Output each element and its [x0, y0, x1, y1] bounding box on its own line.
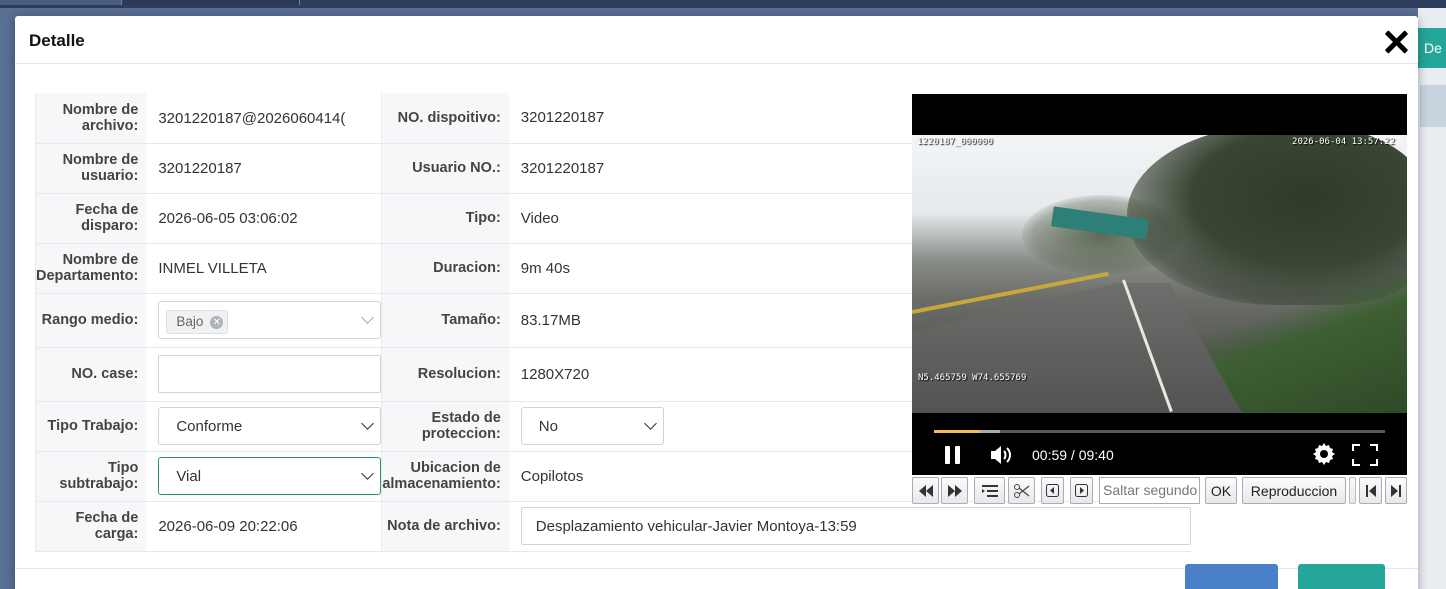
department-label: Nombre de Departamento: [35, 243, 147, 294]
fullscreen-icon[interactable] [1352, 444, 1378, 466]
gear-icon[interactable] [1312, 442, 1336, 466]
media-range-tag-label: Bajo [176, 314, 204, 329]
next-frame-icon[interactable] [1070, 477, 1093, 504]
fast-forward-icon[interactable] [941, 477, 968, 504]
video-progress-bar[interactable] [934, 430, 1385, 433]
file-name-value: 3201220187@2026060414( [146, 93, 383, 144]
detail-modal: Detalle Nombre de archivo: 3201220187@20… [15, 16, 1418, 589]
osd-device-id: 1220187_000000 [917, 137, 993, 147]
subwork-type-label: Tipo subtrabajo: [35, 451, 147, 502]
video-frame: 1220187_000000 2026-06-04 13:57:22 N5.46… [912, 135, 1407, 413]
protection-label: Estado de proteccion: [381, 401, 509, 452]
skip-start-icon[interactable] [1359, 477, 1382, 504]
chevron-down-icon [361, 417, 375, 430]
video-progress-fill [934, 430, 980, 433]
protection-value: No [538, 418, 558, 435]
trigger-date-label: Fecha de disparo: [35, 193, 147, 244]
work-type-label: Tipo Trabajo: [35, 401, 147, 452]
chevron-down-icon [361, 311, 375, 324]
subwork-type-cell: Vial [146, 451, 383, 502]
file-note-label: Nota de archivo: [381, 501, 509, 552]
volume-icon[interactable] [989, 444, 1013, 466]
osd-timestamp: 2026-06-04 13:57:22 [1292, 137, 1395, 147]
media-range-cell: Bajo ✕ [146, 293, 383, 348]
video-player[interactable]: 1220187_000000 2026-06-04 13:57:22 N5.46… [912, 94, 1407, 475]
upload-date-label: Fecha de carga: [35, 501, 147, 552]
remove-tag-icon[interactable]: ✕ [210, 316, 224, 329]
media-range-select[interactable]: Bajo ✕ [158, 301, 382, 339]
app-tab-active[interactable] [122, 0, 300, 5]
app-right-stripe [1420, 85, 1446, 127]
case-no-label: NO. case: [35, 347, 147, 402]
case-no-cell [146, 347, 383, 402]
trigger-date-value: 2026-06-05 03:06:02 [146, 193, 383, 244]
file-note-cell: Desplazamiento vehicular-Javier Montoya-… [508, 501, 1191, 552]
user-name-label: Nombre de usuario: [35, 143, 147, 194]
storage-label: Ubicacion de almacenamiento: [381, 451, 509, 502]
app-tab[interactable] [0, 0, 122, 5]
chevron-down-icon [643, 417, 657, 430]
case-no-input[interactable] [158, 355, 381, 393]
scissors-icon[interactable] [1008, 477, 1035, 504]
work-type-select[interactable]: Conforme [158, 407, 382, 445]
protection-select[interactable]: No [520, 407, 664, 445]
upload-date-value: 2026-06-09 20:22:06 [146, 501, 383, 552]
file-name-text: 3201220187@2026060414( [158, 109, 346, 127]
list-icon[interactable] [974, 477, 1005, 504]
user-no-label: Usuario NO.: [381, 143, 509, 194]
pause-icon[interactable] [945, 446, 961, 464]
modal-title: Detalle [29, 31, 85, 50]
media-range-label: Rango medio: [35, 293, 147, 348]
close-icon[interactable] [1382, 28, 1410, 56]
playback-button[interactable]: Reproduccion [1242, 477, 1346, 504]
size-label: Tamaño: [381, 293, 509, 348]
file-name-label: Nombre de archivo: [35, 93, 147, 144]
footer-button-primary[interactable] [1185, 564, 1278, 589]
work-type-cell: Conforme [146, 401, 383, 452]
subwork-type-select[interactable]: Vial [158, 457, 382, 495]
video-toolbar: Saltar segundo OK Reproduccion [912, 477, 1407, 504]
table-row: Fecha de carga: 2026-06-09 20:22:06 Nota… [35, 501, 1191, 552]
modal-header: Detalle [15, 16, 1418, 64]
ok-button[interactable]: OK [1205, 477, 1237, 504]
resolution-label: Resolucion: [381, 347, 509, 402]
work-type-value: Conforme [176, 418, 243, 435]
subwork-type-value: Vial [176, 468, 202, 485]
file-note-input[interactable]: Desplazamiento vehicular-Javier Montoya-… [520, 507, 1191, 545]
type-label: Tipo: [381, 193, 509, 244]
user-name-value: 3201220187 [146, 143, 383, 194]
video-time: 00:59 / 09:40 [1032, 447, 1114, 463]
toolbar-divider [1349, 477, 1356, 504]
prev-frame-icon[interactable] [1041, 477, 1064, 504]
osd-gps: N5.465759 W74.655769 [918, 373, 1027, 383]
chevron-down-icon [361, 467, 375, 480]
footer-button-secondary[interactable] [1298, 564, 1385, 589]
app-right-button[interactable]: De [1418, 28, 1446, 68]
rewind-icon[interactable] [912, 477, 939, 504]
device-no-label: NO. dispoitivo: [381, 93, 509, 144]
media-range-tag: Bajo ✕ [166, 310, 229, 334]
skip-end-icon[interactable] [1385, 477, 1407, 504]
skip-seconds-input[interactable]: Saltar segundo [1099, 477, 1200, 504]
department-value: INMEL VILLETA [146, 243, 383, 294]
duration-label: Duracion: [381, 243, 509, 294]
